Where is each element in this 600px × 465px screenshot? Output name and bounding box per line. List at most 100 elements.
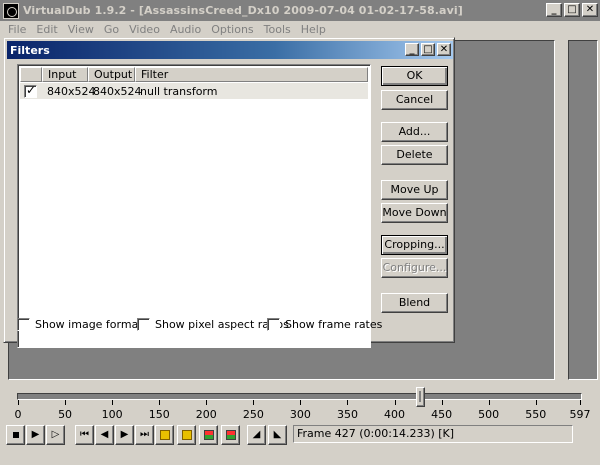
cancel-button[interactable]: Cancel bbox=[381, 90, 448, 110]
column-header-output[interactable]: Output bbox=[88, 67, 135, 82]
configure-button[interactable]: Configure... bbox=[381, 258, 448, 278]
prev-key-icon bbox=[159, 430, 170, 440]
timeline-tick-label: 350 bbox=[336, 408, 358, 421]
go-end-icon: ⏭ bbox=[140, 429, 149, 440]
move-up-button[interactable]: Move Up bbox=[381, 180, 448, 200]
ok-button[interactable]: OK bbox=[381, 66, 448, 86]
play-input-button[interactable]: ▶ bbox=[26, 425, 45, 445]
column-header-filter[interactable]: Filter bbox=[135, 67, 368, 82]
next-frame-button[interactable]: ▶ bbox=[115, 425, 134, 445]
timeline-tick bbox=[159, 400, 161, 405]
size-grip[interactable] bbox=[577, 445, 597, 462]
play-input-icon: ▶ bbox=[31, 429, 40, 440]
timeline-tick bbox=[394, 400, 396, 405]
show-frame-rates-label: Show frame rates bbox=[285, 318, 383, 331]
blend-button[interactable]: Blend bbox=[381, 293, 448, 313]
menu-audio[interactable]: Audio bbox=[165, 23, 206, 36]
column-header-input[interactable]: Input bbox=[42, 67, 88, 82]
next-key-icon bbox=[181, 430, 192, 440]
scene-back-icon bbox=[203, 430, 214, 440]
dialog-close-button[interactable]: ✕ bbox=[437, 43, 451, 56]
row-filter-name: null transform bbox=[140, 84, 218, 98]
close-button[interactable]: ✕ bbox=[582, 3, 598, 17]
menu-video[interactable]: Video bbox=[124, 23, 165, 36]
timeline-tick-label: 50 bbox=[58, 408, 73, 421]
timeline-tick bbox=[206, 400, 208, 405]
mark-out-button[interactable]: ◣ bbox=[268, 425, 287, 445]
timeline-tick-label: 100 bbox=[101, 408, 123, 421]
maximize-button[interactable]: □ bbox=[564, 3, 580, 17]
filter-list[interactable]: Input Output Filter 840x524 840x524 null… bbox=[17, 64, 371, 348]
timeline-tick bbox=[18, 400, 19, 405]
timeline-tick-label: 0 bbox=[14, 408, 22, 421]
move-down-button[interactable]: Move Down bbox=[381, 203, 448, 223]
timeline-tick-label: 550 bbox=[525, 408, 547, 421]
show-pixel-aspect-checkbox[interactable] bbox=[137, 318, 150, 331]
prev-frame-button[interactable]: ◀ bbox=[95, 425, 114, 445]
output-video-pane bbox=[568, 40, 598, 380]
timeline-tick bbox=[347, 400, 349, 405]
menu-go[interactable]: Go bbox=[99, 23, 124, 36]
timeline-tick bbox=[112, 400, 114, 405]
prev-key-button[interactable] bbox=[155, 425, 174, 445]
timeline-track[interactable] bbox=[17, 393, 582, 400]
show-image-formats-label: Show image formats bbox=[35, 318, 149, 331]
timeline-tick-label: 200 bbox=[195, 408, 217, 421]
go-start-button[interactable]: ⏮ bbox=[75, 425, 94, 445]
display-options: Show image formats Show pixel aspect rat… bbox=[17, 318, 447, 334]
cropping-button[interactable]: Cropping... bbox=[381, 235, 448, 255]
filter-enabled-checkbox[interactable] bbox=[24, 83, 37, 98]
timeline-tick-label: 400 bbox=[384, 408, 406, 421]
mark-in-button[interactable]: ◢ bbox=[247, 425, 266, 445]
show-frame-rates-checkbox[interactable] bbox=[267, 318, 280, 331]
stop-icon bbox=[12, 432, 19, 438]
timeline-tick-label: 250 bbox=[242, 408, 264, 421]
timeline-tick bbox=[300, 400, 302, 405]
mark-in-icon: ◢ bbox=[252, 429, 261, 440]
row-output-size: 840x524 bbox=[93, 84, 142, 98]
window-title: VirtualDub 1.9.2 - [AssassinsCreed_Dx10 … bbox=[23, 4, 463, 17]
timeline-tick bbox=[65, 400, 67, 405]
next-key-button[interactable] bbox=[177, 425, 196, 445]
column-header-enabled[interactable] bbox=[20, 67, 42, 82]
scene-forward-icon bbox=[225, 430, 236, 440]
next-frame-icon: ▶ bbox=[120, 429, 129, 440]
show-image-formats-checkbox[interactable] bbox=[17, 318, 30, 331]
dialog-minimize-button[interactable]: _ bbox=[405, 43, 419, 56]
dialog-window-controls: _ □ ✕ bbox=[405, 43, 451, 56]
app-icon[interactable] bbox=[3, 2, 19, 19]
menu-options[interactable]: Options bbox=[206, 23, 258, 36]
add-button[interactable]: Add... bbox=[381, 122, 448, 142]
minimize-button[interactable]: _ bbox=[546, 3, 562, 17]
filters-dialog: Filters _ □ ✕ Input Output Filter 840x52… bbox=[3, 37, 455, 348]
menu-help[interactable]: Help bbox=[296, 23, 331, 36]
timeline-tick bbox=[580, 400, 581, 405]
scene-forward-button[interactable] bbox=[221, 425, 240, 445]
menu-tools[interactable]: Tools bbox=[259, 23, 296, 36]
menu-view[interactable]: View bbox=[63, 23, 99, 36]
filter-list-header: Input Output Filter bbox=[20, 67, 368, 82]
show-image-formats-option[interactable]: Show image formats bbox=[17, 318, 148, 331]
go-end-button[interactable]: ⏭ bbox=[135, 425, 154, 445]
dialog-title: Filters bbox=[10, 43, 50, 57]
delete-button[interactable]: Delete bbox=[381, 145, 448, 165]
mark-out-icon: ◣ bbox=[273, 429, 282, 440]
show-frame-rates-option[interactable]: Show frame rates bbox=[267, 318, 382, 331]
table-row[interactable]: 840x524 840x524 null transform bbox=[20, 83, 368, 99]
dialog-maximize-button[interactable]: □ bbox=[421, 43, 435, 56]
dialog-title-bar: Filters _ □ ✕ bbox=[7, 41, 453, 59]
timeline-tick-label: 500 bbox=[478, 408, 500, 421]
main-title-bar: VirtualDub 1.9.2 - [AssassinsCreed_Dx10 … bbox=[0, 0, 600, 21]
scene-back-button[interactable] bbox=[199, 425, 218, 445]
play-output-button[interactable]: ▷ bbox=[46, 425, 65, 445]
timeline-tick-label: 597 bbox=[569, 408, 591, 421]
timeline-tick-label: 150 bbox=[148, 408, 170, 421]
prev-frame-icon: ◀ bbox=[100, 429, 109, 440]
timeline-tick bbox=[441, 400, 443, 405]
row-input-size: 840x524 bbox=[47, 84, 96, 98]
timeline-tick-label: 300 bbox=[289, 408, 311, 421]
timeline-tick bbox=[253, 400, 255, 405]
menu-file[interactable]: File bbox=[0, 23, 31, 36]
menu-edit[interactable]: Edit bbox=[31, 23, 62, 36]
stop-button[interactable] bbox=[6, 425, 25, 445]
